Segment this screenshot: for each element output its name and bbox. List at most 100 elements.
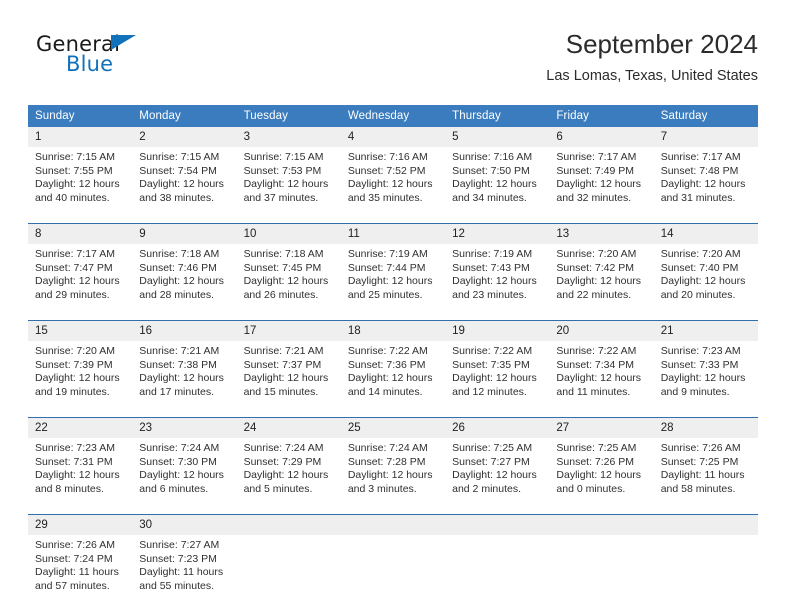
sunrise-text: Sunrise: 7:20 AM (556, 248, 637, 260)
day-cell[interactable]: 8 Sunrise: 7:17 AM Sunset: 7:47 PM Dayli… (28, 223, 133, 321)
day-cell[interactable]: 27 Sunrise: 7:25 AM Sunset: 7:26 PM Dayl… (549, 417, 654, 515)
day-cell[interactable]: 28 Sunrise: 7:26 AM Sunset: 7:25 PM Dayl… (653, 417, 758, 515)
daylight-text-line1: Daylight: 12 hours (660, 275, 746, 288)
daylight-text-line2: and 12 minutes. (452, 385, 527, 398)
day-details: Sunrise: 7:17 AM Sunset: 7:49 PM Dayligh… (549, 147, 653, 223)
daylight-text-line1: Daylight: 12 hours (139, 178, 224, 191)
day-details: Sunrise: 7:20 AM Sunset: 7:39 PM Dayligh… (28, 341, 132, 417)
day-cell[interactable]: 1 Sunrise: 7:15 AM Sunset: 7:55 PM Dayli… (28, 127, 133, 224)
page-header: General Blue September 2024 Las Lomas, T… (28, 28, 758, 96)
day-number: 8 (28, 224, 133, 244)
sunset-text: Sunset: 7:49 PM (556, 164, 635, 177)
daylight-text-line1: Daylight: 12 hours (243, 178, 329, 191)
daylight-text-line1: Daylight: 12 hours (452, 469, 537, 482)
day-cell[interactable]: 30 Sunrise: 7:27 AM Sunset: 7:23 PM Dayl… (132, 514, 237, 611)
daylight-text-line2: and 28 minutes. (139, 288, 214, 301)
day-details (445, 535, 549, 611)
day-cell[interactable]: 10 Sunrise: 7:18 AM Sunset: 7:45 PM Dayl… (236, 223, 341, 321)
calendar-grid: Sunday Monday Tuesday Wednesday Thursday… (28, 105, 758, 611)
title-block: September 2024 Las Lomas, Texas, United … (546, 28, 758, 86)
day-details (549, 535, 653, 611)
day-cell[interactable]: 26 Sunrise: 7:25 AM Sunset: 7:27 PM Dayl… (445, 417, 550, 515)
daylight-text-line1: Daylight: 12 hours (139, 275, 224, 288)
sunrise-text: Sunrise: 7:16 AM (452, 151, 533, 163)
day-cell[interactable]: 22 Sunrise: 7:23 AM Sunset: 7:31 PM Dayl… (28, 417, 133, 515)
day-cell[interactable]: 29 Sunrise: 7:26 AM Sunset: 7:24 PM Dayl… (28, 514, 133, 611)
day-cell[interactable]: 11 Sunrise: 7:19 AM Sunset: 7:44 PM Dayl… (340, 223, 446, 321)
sunrise-text: Sunrise: 7:26 AM (35, 539, 115, 551)
day-number: 6 (549, 127, 654, 147)
daylight-text-line2: and 37 minutes. (243, 191, 319, 204)
sunset-text: Sunset: 7:31 PM (35, 455, 113, 468)
day-cell[interactable]: 6 Sunrise: 7:17 AM Sunset: 7:49 PM Dayli… (549, 127, 654, 224)
day-cell[interactable]: 5 Sunrise: 7:16 AM Sunset: 7:50 PM Dayli… (445, 127, 550, 224)
day-cell[interactable]: 4 Sunrise: 7:16 AM Sunset: 7:52 PM Dayli… (340, 127, 446, 224)
day-cell[interactable]: 14 Sunrise: 7:20 AM Sunset: 7:40 PM Dayl… (653, 223, 758, 321)
day-cell[interactable]: 7 Sunrise: 7:17 AM Sunset: 7:48 PM Dayli… (653, 127, 758, 224)
day-number: 2 (132, 127, 237, 147)
day-details: Sunrise: 7:26 AM Sunset: 7:25 PM Dayligh… (654, 438, 758, 514)
day-cell-empty (340, 514, 446, 611)
day-number (445, 515, 550, 535)
day-cell[interactable]: 2 Sunrise: 7:15 AM Sunset: 7:54 PM Dayli… (132, 127, 237, 224)
day-cell[interactable]: 16 Sunrise: 7:21 AM Sunset: 7:38 PM Dayl… (132, 320, 237, 418)
general-blue-logo[interactable]: General Blue (36, 32, 256, 88)
daylight-text-line2: and 58 minutes. (660, 482, 736, 495)
daylight-text-line1: Daylight: 12 hours (139, 372, 224, 385)
day-cell[interactable]: 3 Sunrise: 7:15 AM Sunset: 7:53 PM Dayli… (236, 127, 341, 224)
day-cell[interactable]: 9 Sunrise: 7:18 AM Sunset: 7:46 PM Dayli… (132, 223, 237, 321)
day-details: Sunrise: 7:15 AM Sunset: 7:54 PM Dayligh… (132, 147, 236, 223)
day-details (654, 535, 758, 611)
day-cell[interactable]: 15 Sunrise: 7:20 AM Sunset: 7:39 PM Dayl… (28, 320, 133, 418)
week-row: 29 Sunrise: 7:26 AM Sunset: 7:24 PM Dayl… (28, 514, 758, 611)
day-cell[interactable]: 17 Sunrise: 7:21 AM Sunset: 7:37 PM Dayl… (236, 320, 341, 418)
weekday-header-tuesday: Tuesday (236, 105, 341, 127)
day-cell[interactable]: 20 Sunrise: 7:22 AM Sunset: 7:34 PM Dayl… (549, 320, 654, 418)
day-cell[interactable]: 19 Sunrise: 7:22 AM Sunset: 7:35 PM Dayl… (445, 320, 550, 418)
day-cell[interactable]: 18 Sunrise: 7:22 AM Sunset: 7:36 PM Dayl… (340, 320, 446, 418)
sunrise-text: Sunrise: 7:16 AM (347, 151, 428, 163)
daylight-text-line2: and 31 minutes. (660, 191, 736, 204)
day-details: Sunrise: 7:19 AM Sunset: 7:43 PM Dayligh… (445, 244, 549, 320)
daylight-text-line2: and 15 minutes. (243, 385, 319, 398)
day-cell[interactable]: 21 Sunrise: 7:23 AM Sunset: 7:33 PM Dayl… (653, 320, 758, 418)
day-details: Sunrise: 7:26 AM Sunset: 7:24 PM Dayligh… (28, 535, 132, 611)
day-details: Sunrise: 7:15 AM Sunset: 7:53 PM Dayligh… (237, 147, 341, 223)
daylight-text-line2: and 25 minutes. (347, 288, 423, 301)
day-cell[interactable]: 12 Sunrise: 7:19 AM Sunset: 7:43 PM Dayl… (445, 223, 550, 321)
daylight-text-line1: Daylight: 11 hours (35, 566, 119, 579)
daylight-text-line2: and 20 minutes. (660, 288, 736, 301)
sunrise-text: Sunrise: 7:26 AM (660, 442, 741, 454)
day-cell[interactable]: 25 Sunrise: 7:24 AM Sunset: 7:28 PM Dayl… (340, 417, 446, 515)
sunset-text: Sunset: 7:54 PM (139, 164, 217, 177)
daylight-text-line2: and 57 minutes. (35, 579, 110, 592)
day-number: 4 (340, 127, 446, 147)
day-details: Sunrise: 7:22 AM Sunset: 7:35 PM Dayligh… (445, 341, 549, 417)
weekday-header-wednesday: Wednesday (340, 105, 446, 127)
sunrise-text: Sunrise: 7:20 AM (660, 248, 741, 260)
sunset-text: Sunset: 7:42 PM (556, 261, 635, 274)
daylight-text-line2: and 34 minutes. (452, 191, 527, 204)
week-row: 22 Sunrise: 7:23 AM Sunset: 7:31 PM Dayl… (28, 417, 758, 515)
day-number: 29 (28, 515, 133, 535)
sunrise-text: Sunrise: 7:22 AM (556, 345, 637, 357)
day-details: Sunrise: 7:21 AM Sunset: 7:38 PM Dayligh… (132, 341, 236, 417)
daylight-text-line2: and 35 minutes. (347, 191, 423, 204)
day-number: 11 (340, 224, 446, 244)
day-cell[interactable]: 13 Sunrise: 7:20 AM Sunset: 7:42 PM Dayl… (549, 223, 654, 321)
daylight-text-line1: Daylight: 12 hours (452, 178, 537, 191)
day-details: Sunrise: 7:23 AM Sunset: 7:31 PM Dayligh… (28, 438, 132, 514)
day-details: Sunrise: 7:15 AM Sunset: 7:55 PM Dayligh… (28, 147, 132, 223)
day-cell[interactable]: 23 Sunrise: 7:24 AM Sunset: 7:30 PM Dayl… (132, 417, 237, 515)
weekday-header-friday: Friday (549, 105, 654, 127)
daylight-text-line1: Daylight: 12 hours (556, 178, 642, 191)
day-details: Sunrise: 7:18 AM Sunset: 7:45 PM Dayligh… (237, 244, 341, 320)
day-cell[interactable]: 24 Sunrise: 7:24 AM Sunset: 7:29 PM Dayl… (236, 417, 341, 515)
daylight-text-line2: and 22 minutes. (556, 288, 632, 301)
day-number: 20 (549, 321, 654, 341)
day-cell-empty (236, 514, 341, 611)
day-details: Sunrise: 7:22 AM Sunset: 7:36 PM Dayligh… (341, 341, 445, 417)
sunrise-text: Sunrise: 7:15 AM (139, 151, 220, 163)
daylight-text-line1: Daylight: 12 hours (243, 469, 329, 482)
week-row: 8 Sunrise: 7:17 AM Sunset: 7:47 PM Dayli… (28, 223, 758, 321)
